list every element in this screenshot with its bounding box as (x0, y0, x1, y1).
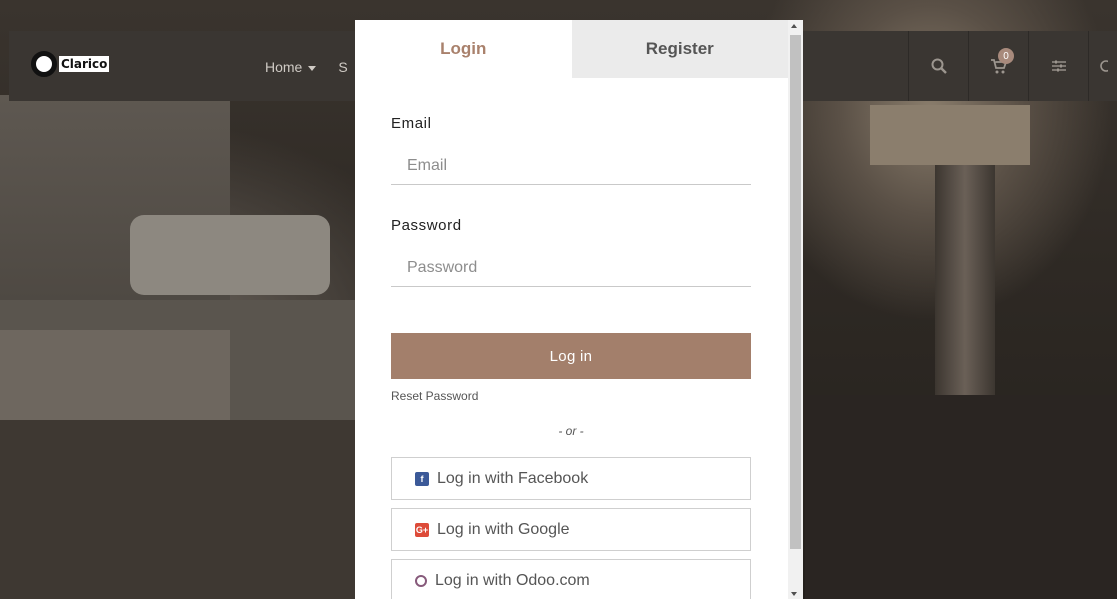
google-plus-icon: G+ (415, 522, 429, 537)
password-field[interactable] (391, 249, 751, 287)
pillow (130, 215, 330, 295)
password-label: Password (391, 217, 462, 234)
login-button[interactable]: Log in (391, 333, 751, 379)
nav-item-label: Home (265, 59, 303, 75)
filter-button[interactable] (1028, 31, 1088, 101)
chevron-down-icon (308, 65, 317, 71)
cart-button[interactable]: 0 (968, 31, 1028, 101)
google-login-label: Log in with Google (437, 520, 570, 538)
scroll-up-arrow-icon[interactable] (791, 24, 797, 28)
logo-text: Clarico (59, 56, 110, 72)
email-label: Email (391, 115, 432, 132)
search-icon (931, 58, 947, 74)
bedspread (0, 420, 355, 599)
email-field[interactable] (391, 147, 751, 185)
or-separator: - or - (558, 424, 584, 438)
modal-scrollbar[interactable] (788, 20, 803, 599)
cart-count-badge: 0 (998, 48, 1014, 64)
scroll-down-arrow-icon[interactable] (791, 592, 797, 596)
odoo-login-label: Log in with Odoo.com (435, 571, 590, 589)
site-logo[interactable]: Clarico (31, 51, 110, 77)
filter-icon (1051, 60, 1066, 72)
scrollbar-thumb[interactable] (790, 35, 801, 549)
tab-register[interactable]: Register (571, 20, 788, 78)
facebook-icon: f (415, 471, 429, 486)
tab-login[interactable]: Login (355, 20, 572, 78)
main-nav: Home S (265, 59, 348, 75)
facebook-login-button[interactable]: f Log in with Facebook (391, 457, 751, 500)
search-button[interactable] (908, 31, 968, 101)
nav-item-shop[interactable]: S (338, 59, 347, 75)
odoo-login-button[interactable]: Log in with Odoo.com (391, 559, 751, 599)
odoo-icon (415, 574, 427, 587)
login-modal: Login Register Email Password Log in Res… (355, 20, 803, 599)
lamp-shade (870, 105, 1030, 165)
account-button[interactable] (1088, 31, 1117, 101)
logo-mark (31, 51, 57, 77)
reset-password-link[interactable]: Reset Password (391, 389, 478, 403)
dresser (805, 395, 1117, 599)
user-icon (1100, 60, 1108, 72)
nav-item-home[interactable]: Home (265, 59, 317, 75)
auth-tabs: Login Register (355, 20, 788, 78)
header-actions: 0 (908, 31, 1117, 101)
google-login-button[interactable]: G+ Log in with Google (391, 508, 751, 551)
lamp-base (935, 165, 995, 395)
facebook-login-label: Log in with Facebook (437, 469, 589, 487)
